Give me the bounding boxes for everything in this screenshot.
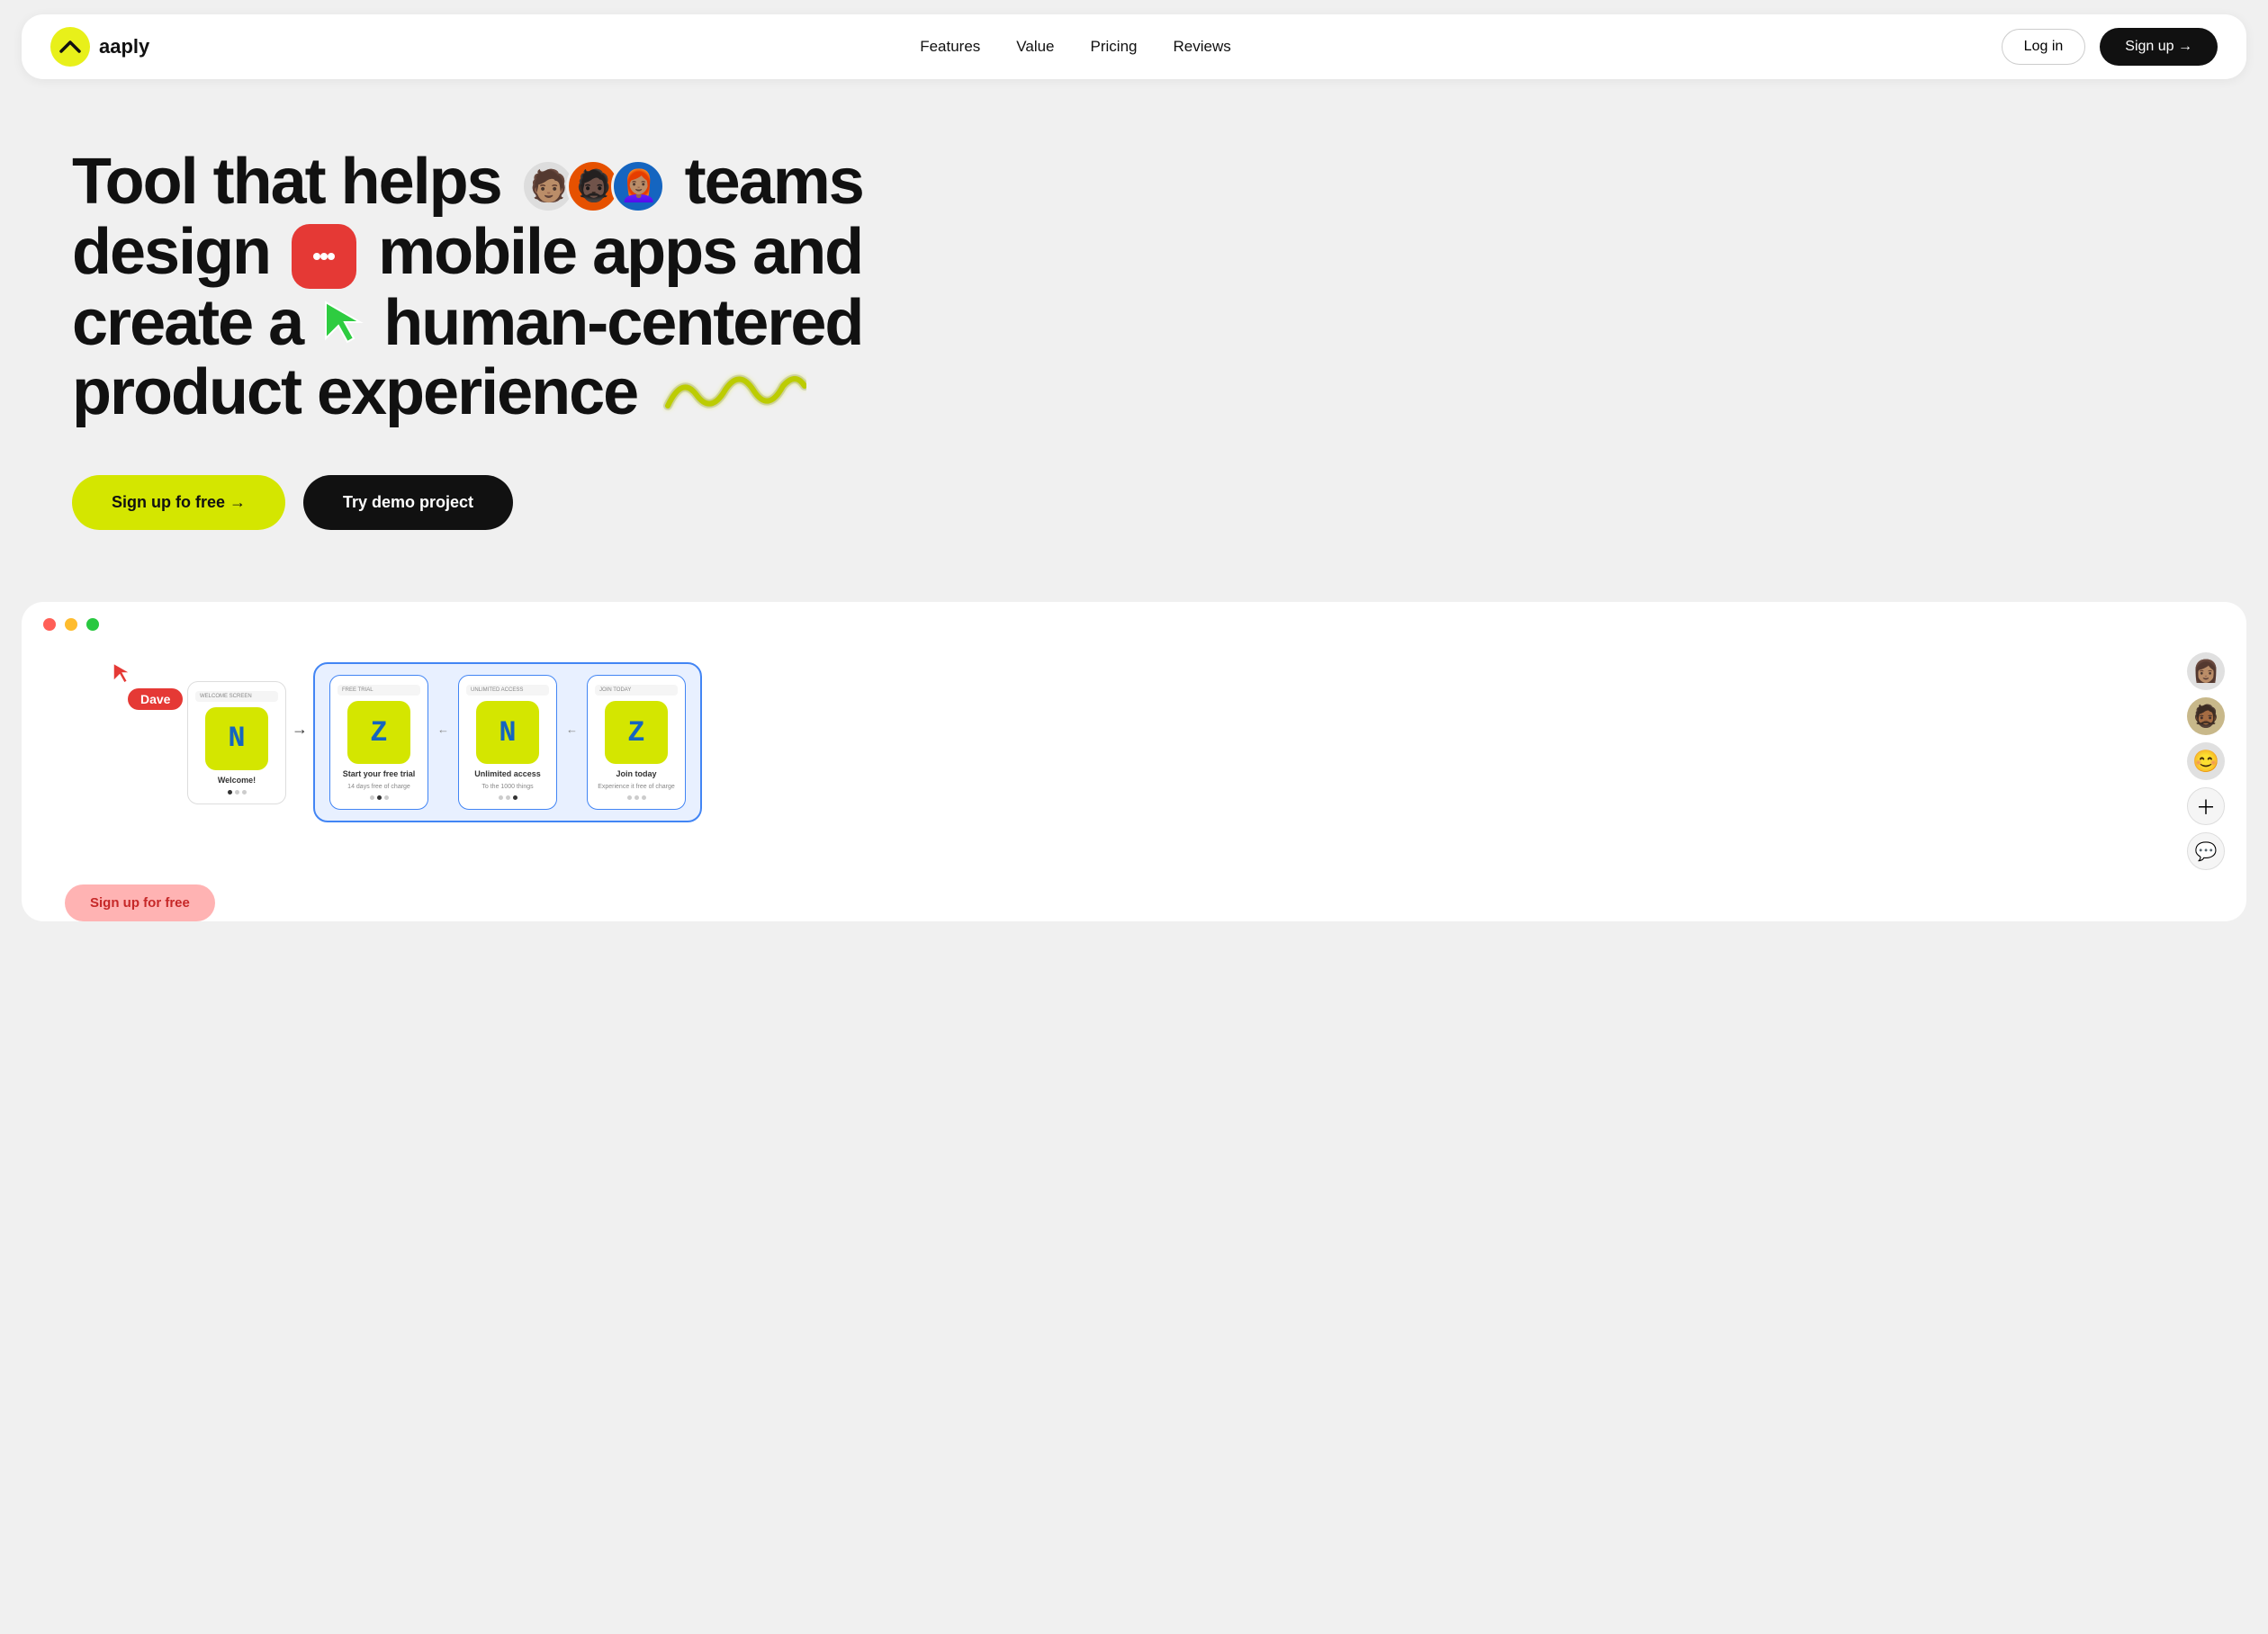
cursor-label: Dave	[128, 688, 183, 710]
preview-right-panel: 👩🏽 🧔🏾 😊 ＋ 💬	[2169, 652, 2225, 870]
screen-dots-unlimited	[499, 795, 518, 800]
app-icon-n2: N	[476, 701, 539, 764]
screen-header-welcome: WELCOME SCREEN	[195, 691, 278, 702]
screen-card-welcome: WELCOME SCREEN N Welcome!	[187, 681, 286, 804]
screen-label-unlimited: Unlimited access	[474, 769, 541, 778]
flow-screen-join: JOIN TODAY Z Join today Experience it fr…	[587, 675, 686, 810]
app-preview: Dave WELCOME SCREEN N Welcome!	[22, 602, 2246, 921]
screen-dots-join	[627, 795, 646, 800]
dot-2	[242, 790, 247, 795]
window-maximize-dot	[86, 618, 99, 631]
dot-t2	[384, 795, 389, 800]
flow-area: WELCOME SCREEN N Welcome! →	[187, 652, 2169, 832]
logo-icon	[50, 27, 90, 67]
flow-screen-unlimited: UNLIMITED ACCESS N Unlimited access To t…	[458, 675, 557, 810]
screen-sublabel-unlimited: To the 1000 things	[482, 784, 533, 790]
flow-group-highlighted: FREE TRIAL Z Start your free trial 14 da…	[313, 662, 702, 822]
nav-value[interactable]: Value	[1016, 38, 1054, 55]
screen-dots-welcome	[228, 790, 247, 795]
avatar-3: 👩🏽‍🦰	[611, 159, 665, 213]
side-avatar-2: 🧔🏾	[2187, 697, 2225, 735]
nav-actions: Log in Sign up →	[2002, 28, 2218, 66]
bottom-signup-button[interactable]: Sign up for free	[65, 884, 215, 921]
nav-reviews[interactable]: Reviews	[1173, 38, 1230, 55]
dot-1	[235, 790, 239, 795]
flow-arrow-3: ←	[561, 723, 583, 736]
nav-pricing[interactable]: Pricing	[1091, 38, 1138, 55]
nav-links: Features Value Pricing Reviews	[920, 38, 1231, 56]
preview-bottom-left: Sign up for free	[43, 870, 2246, 921]
app-icon-z2: Z	[605, 701, 668, 764]
chat-button[interactable]: 💬	[2187, 832, 2225, 870]
screen-sublabel-trial: 14 days free of charge	[347, 784, 410, 790]
screen-label-trial: Start your free trial	[343, 769, 416, 778]
dot-0	[228, 790, 232, 795]
app-icon-n: N	[205, 707, 268, 770]
logo: aaply	[50, 27, 149, 67]
preview-content: Dave WELCOME SCREEN N Welcome!	[22, 643, 2246, 870]
app-icon-z1: Z	[347, 701, 410, 764]
wave-decoration	[662, 363, 806, 433]
flow-screen-welcome: WELCOME SCREEN N Welcome!	[187, 681, 286, 804]
screen-dots-trial	[370, 795, 389, 800]
cta-row: Sign up fo free → Try demo project	[72, 475, 918, 530]
flow-arrow-back: ←	[432, 723, 454, 736]
screen-card-unlimited: UNLIMITED ACCESS N Unlimited access To t…	[458, 675, 557, 810]
navbar: aaply Features Value Pricing Reviews Log…	[22, 14, 2246, 79]
window-close-dot	[43, 618, 56, 631]
logo-text: aaply	[99, 35, 149, 58]
cursor-icon	[322, 299, 364, 355]
dot-t0	[370, 795, 374, 800]
hero-heading: Tool that helps 🧑🏽 🧔🏿 👩🏽‍🦰 teams design …	[72, 148, 918, 432]
signup-free-button[interactable]: Sign up fo free →	[72, 475, 285, 530]
window-controls	[22, 602, 2246, 643]
add-collaborator-button[interactable]: ＋	[2187, 787, 2225, 825]
login-button[interactable]: Log in	[2002, 29, 2086, 65]
preview-cursor	[112, 661, 131, 691]
screen-label-join: Join today	[616, 769, 656, 778]
window-minimize-dot	[65, 618, 77, 631]
demo-button[interactable]: Try demo project	[303, 475, 513, 530]
hero-section: Tool that helps 🧑🏽 🧔🏿 👩🏽‍🦰 teams design …	[0, 94, 990, 566]
signup-button[interactable]: Sign up →	[2100, 28, 2218, 66]
nav-features[interactable]: Features	[920, 38, 980, 55]
side-avatar-1: 👩🏽	[2187, 652, 2225, 690]
screen-sublabel-join: Experience it free of charge	[598, 784, 675, 790]
screen-card-join: JOIN TODAY Z Join today Experience it fr…	[587, 675, 686, 810]
flow-arrow-1: →	[286, 720, 313, 739]
chat-bubble-icon	[292, 224, 356, 289]
dot-t1	[377, 795, 382, 800]
side-avatar-3: 😊	[2187, 742, 2225, 780]
screen-card-trial: FREE TRIAL Z Start your free trial 14 da…	[329, 675, 428, 810]
flow-screen-trial: FREE TRIAL Z Start your free trial 14 da…	[329, 675, 428, 810]
avatar-group: 🧑🏽 🧔🏿 👩🏽‍🦰	[521, 159, 665, 213]
screen-label-welcome: Welcome!	[218, 776, 256, 785]
